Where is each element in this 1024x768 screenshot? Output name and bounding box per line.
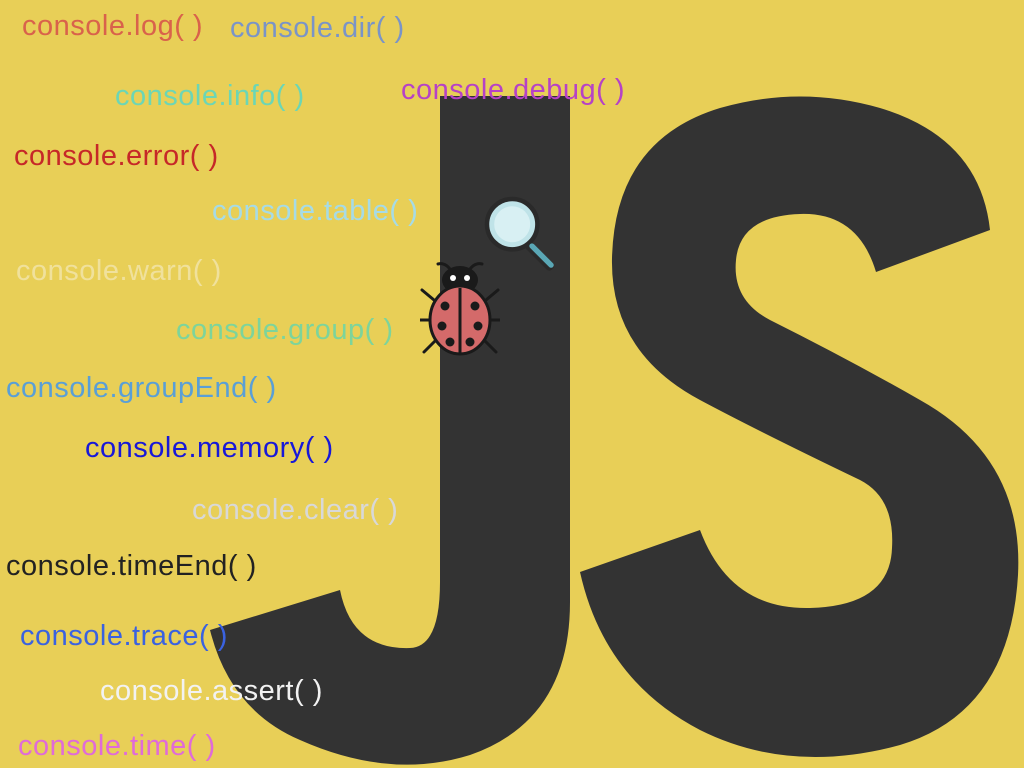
label-console-warn: console.warn( ): [16, 255, 222, 288]
label-console-table: console.table( ): [212, 195, 418, 228]
label-console-error: console.error( ): [14, 140, 219, 173]
magnifying-glass-icon: [478, 190, 568, 280]
label-console-groupend: console.groupEnd( ): [6, 372, 277, 405]
label-console-dir: console.dir( ): [230, 12, 405, 45]
label-console-group: console.group( ): [176, 314, 394, 347]
label-console-time: console.time( ): [18, 730, 216, 763]
label-console-clear: console.clear( ): [192, 494, 398, 527]
label-console-trace: console.trace( ): [20, 620, 228, 653]
label-console-log: console.log( ): [22, 10, 203, 43]
label-console-assert: console.assert( ): [100, 675, 323, 708]
ladybug-icon: [420, 260, 500, 360]
stage: console.log( ) console.dir( ) console.de…: [0, 0, 1024, 768]
label-console-debug: console.debug( ): [401, 74, 625, 107]
label-console-memory: console.memory( ): [85, 432, 334, 465]
label-console-info: console.info( ): [115, 80, 305, 113]
label-console-timeend: console.timeEnd( ): [6, 550, 257, 583]
